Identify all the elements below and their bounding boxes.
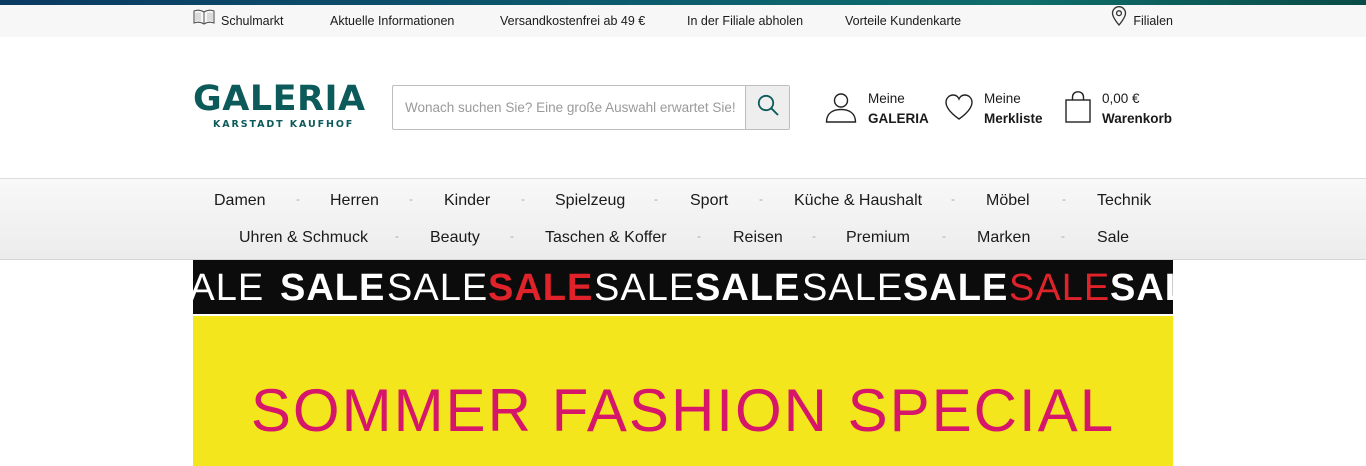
search-button[interactable] [745,86,789,129]
nav-separator: - [296,192,300,206]
sale-word: SALE [1110,267,1173,309]
nav-item-marken[interactable]: Marken [977,229,1030,247]
stores-link[interactable]: Filialen [1111,5,1173,37]
nav-separator: - [812,229,816,243]
sale-word: SALE [488,267,594,309]
nav-item-taschen-koffer[interactable]: Taschen & Koffer [545,229,667,247]
current-info-link[interactable]: Aktuelle Informationen [330,5,454,37]
book-icon [193,6,215,38]
nav-separator: - [697,229,701,243]
logo-subline: KARSTADT KAUFHOF [213,119,355,130]
shopping-cart[interactable]: 0,00 € Warenkorb [1064,89,1172,129]
nav-item-spielzeug[interactable]: Spielzeug [555,192,625,210]
nav-item-herren[interactable]: Herren [330,192,379,210]
nav-item-sport[interactable]: Sport [690,192,728,210]
cart-amount: 0,00 € [1102,91,1140,106]
sale-word: SALE [695,267,801,309]
free-shipping-link[interactable]: Versandkostenfrei ab 49 € [500,5,645,37]
sale-word: SALE [193,267,265,309]
sale-strip-banner[interactable]: SALE SALE SALE SALE SALE SALE SALE SALE … [193,260,1173,314]
nav-item-premium[interactable]: Premium [846,229,910,247]
service-bar-inner: Schulmarkt Aktuelle Informationen Versan… [193,5,1173,37]
nav-separator: - [1061,229,1065,243]
sale-word: SALE [594,267,696,309]
store-pickup-link[interactable]: In der Filiale abholen [687,5,803,37]
user-icon [824,90,858,129]
header: GALERIA KARSTADT KAUFHOF Meine GALERIA M… [0,37,1366,178]
search-box [392,85,790,130]
nav-separator: - [1062,192,1066,206]
nav-item-sale[interactable]: Sale [1097,229,1129,247]
nav-item-moebel[interactable]: Möbel [986,192,1030,210]
search-input[interactable] [393,86,745,129]
nav-separator: - [942,229,946,243]
summer-fashion-banner[interactable]: SOMMER FASHION SPECIAL [193,316,1173,466]
nav-item-kinder[interactable]: Kinder [444,192,490,210]
wishlist-line2: Merkliste [984,111,1043,126]
main-navigation: Damen - Herren - Kinder - Spielzeug - Sp… [0,178,1366,260]
promo-title: SOMMER FASHION SPECIAL [250,377,1116,444]
card-benefits-link[interactable]: Vorteile Kundenkarte [845,5,961,37]
nav-separator: - [521,192,525,206]
nav-item-technik[interactable]: Technik [1097,192,1151,210]
sale-word: SALE [903,267,1009,309]
nav-item-uhren-schmuck[interactable]: Uhren & Schmuck [239,229,368,247]
sale-word: SALE [387,267,489,309]
galeria-logo[interactable]: GALERIA KARSTADT KAUFHOF [193,79,366,134]
nav-separator: - [759,192,763,206]
account-line1: Meine [868,91,905,106]
search-icon [756,93,780,122]
account-line2: GALERIA [868,111,929,126]
sale-word: SALE [1009,267,1111,309]
school-market-label: Schulmarkt [221,14,284,28]
wishlist-line1: Meine [984,91,1021,106]
nav-separator: - [654,192,658,206]
nav-item-kueche-haushalt[interactable]: Küche & Haushalt [794,192,922,210]
nav-item-reisen[interactable]: Reisen [733,229,783,247]
shopping-bag-icon [1064,90,1092,129]
sale-word: SALE [280,267,386,309]
logo-wordmark: GALERIA [193,79,366,119]
nav-separator: - [409,192,413,206]
nav-separator: - [510,229,514,243]
nav-separator: - [951,192,955,206]
service-bar: Schulmarkt Aktuelle Informationen Versan… [0,5,1366,37]
cart-label: Warenkorb [1102,111,1173,126]
stores-label: Filialen [1133,14,1173,28]
my-galeria-account[interactable]: Meine GALERIA [824,89,929,129]
my-wishlist[interactable]: Meine Merkliste [944,89,1043,129]
sale-word: SALE [802,267,904,309]
nav-item-beauty[interactable]: Beauty [430,229,480,247]
school-market-link[interactable]: Schulmarkt [193,5,284,37]
location-pin-icon [1111,5,1127,38]
nav-separator: - [395,229,399,243]
heart-icon [944,92,974,127]
nav-item-damen[interactable]: Damen [214,192,266,210]
